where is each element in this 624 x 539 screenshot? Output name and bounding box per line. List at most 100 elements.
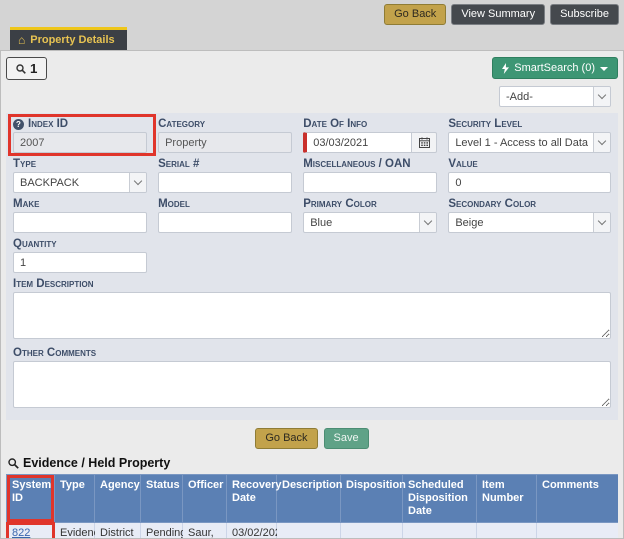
field-date-of-info: Date Of Info [303, 118, 437, 153]
col-item-number[interactable]: Item Number [477, 475, 537, 523]
other-comments-textarea[interactable] [13, 361, 611, 408]
magnifier-icon [8, 458, 19, 469]
col-description[interactable]: Description [277, 475, 341, 523]
category-label: Category [158, 118, 292, 130]
date-of-info-input[interactable] [303, 132, 412, 153]
evidence-row: 822 Evidence District 42, Versailles Pen… [7, 523, 619, 539]
item-description-textarea[interactable] [13, 292, 611, 339]
add-dropdown-value: -Add- [506, 91, 533, 103]
add-dropdown[interactable]: -Add- [499, 86, 611, 107]
value-input[interactable] [448, 172, 611, 193]
evidence-table-wrapper: System ID Type Agency Status Officer Rec… [6, 474, 618, 539]
add-dropdown-row: -Add- [6, 86, 611, 107]
question-circle-icon[interactable]: ? [13, 119, 24, 130]
chevron-down-icon [593, 87, 610, 106]
field-security-level: Security Level Level 1 - Access to all D… [448, 118, 611, 153]
quantity-label: Quantity [13, 238, 147, 250]
chevron-down-icon [593, 133, 610, 152]
field-make: Make [13, 198, 147, 233]
cell-status: Pending Check-In [141, 523, 183, 539]
col-recovery-date[interactable]: Recovery Date [227, 475, 277, 523]
index-id-input [13, 132, 147, 153]
other-comments-label: Other Comments [13, 347, 611, 359]
field-serial: Serial # [158, 158, 292, 193]
smartsearch-label: SmartSearch (0) [514, 62, 595, 74]
field-type: Type BACKPACK [13, 158, 147, 193]
field-value: Value [448, 158, 611, 193]
model-label: Model [158, 198, 292, 210]
house-icon: ⌂ [18, 35, 25, 45]
col-officer[interactable]: Officer [183, 475, 227, 523]
cell-officer: Saur, Christine, ID# SAUR111 [183, 523, 227, 539]
col-status[interactable]: Status [141, 475, 183, 523]
serial-input[interactable] [158, 172, 292, 193]
type-value: BACKPACK [20, 177, 79, 189]
secondary-color-select[interactable]: Beige [448, 212, 611, 233]
subscribe-button[interactable]: Subscribe [550, 4, 619, 25]
cell-scheduled-disposition-date [403, 523, 477, 539]
system-id-link[interactable]: 822 [12, 527, 30, 539]
property-details-panel: 1 SmartSearch (0) -Add- ? Index ID [0, 50, 624, 539]
quantity-input[interactable] [13, 252, 147, 273]
date-of-info-label: Date Of Info [303, 118, 437, 130]
col-comments[interactable]: Comments [537, 475, 619, 523]
serial-label: Serial # [158, 158, 292, 170]
type-label: Type [13, 158, 147, 170]
calendar-icon[interactable] [412, 132, 437, 153]
tab-property-details[interactable]: ⌂ Property Details [10, 27, 127, 50]
field-other-comments: Other Comments [13, 347, 611, 411]
chevron-down-icon [593, 213, 610, 232]
misc-oan-input[interactable] [303, 172, 437, 193]
record-zoom-button[interactable]: 1 [6, 57, 47, 80]
view-summary-button[interactable]: View Summary [451, 4, 545, 25]
category-input [158, 132, 292, 153]
smartsearch-button[interactable]: SmartSearch (0) [492, 57, 618, 79]
chevron-down-icon [600, 67, 608, 71]
field-primary-color: Primary Color Blue [303, 198, 437, 233]
top-button-bar: Go Back View Summary Subscribe [0, 0, 624, 27]
cell-recovery-date: 03/02/2021 1603 [227, 523, 277, 539]
col-system-id[interactable]: System ID [7, 475, 55, 523]
form-action-buttons: Go Back Save [6, 428, 618, 449]
cell-item-number [477, 523, 537, 539]
make-label: Make [13, 198, 147, 210]
cell-type: Evidence [55, 523, 95, 539]
make-input[interactable] [13, 212, 147, 233]
cell-comments [537, 523, 619, 539]
primary-color-select[interactable]: Blue [303, 212, 437, 233]
lightning-bolt-icon [502, 63, 509, 74]
chevron-down-icon [129, 173, 146, 192]
field-category: Category [158, 118, 292, 153]
go-back-button-top[interactable]: Go Back [384, 4, 446, 25]
secondary-color-label: Secondary Color [448, 198, 611, 210]
evidence-section-title: Evidence / Held Property [8, 456, 618, 470]
field-model: Model [158, 198, 292, 233]
chevron-down-icon [419, 213, 436, 232]
field-quantity: Quantity [13, 238, 147, 273]
type-select[interactable]: BACKPACK [13, 172, 147, 193]
secondary-color-value: Beige [455, 217, 483, 229]
cell-system-id: 822 [7, 523, 55, 539]
evidence-title-text: Evidence / Held Property [23, 456, 170, 470]
evidence-header-row: System ID Type Agency Status Officer Rec… [7, 475, 619, 523]
save-button[interactable]: Save [324, 428, 369, 449]
misc-oan-label: Miscellaneous / OAN [303, 158, 437, 170]
security-level-select[interactable]: Level 1 - Access to all Data [448, 132, 611, 153]
field-misc-oan: Miscellaneous / OAN [303, 158, 437, 193]
tab-row: ⌂ Property Details [0, 27, 624, 50]
security-level-label: Security Level [448, 118, 611, 130]
col-agency[interactable]: Agency [95, 475, 141, 523]
evidence-table: System ID Type Agency Status Officer Rec… [6, 474, 618, 539]
primary-color-value: Blue [310, 217, 332, 229]
field-item-description: Item Description [13, 278, 611, 342]
model-input[interactable] [158, 212, 292, 233]
col-disposition[interactable]: Disposition [341, 475, 403, 523]
index-id-label: Index ID [28, 118, 68, 130]
property-form: ? Index ID Category Date Of Info [6, 113, 618, 420]
go-back-button-bottom[interactable]: Go Back [255, 428, 317, 449]
magnifier-icon [16, 64, 26, 74]
panel-toolbar: 1 SmartSearch (0) [6, 57, 618, 80]
cell-agency: District 42, Versailles [95, 523, 141, 539]
col-scheduled-disposition-date[interactable]: Scheduled Disposition Date [403, 475, 477, 523]
col-type[interactable]: Type [55, 475, 95, 523]
